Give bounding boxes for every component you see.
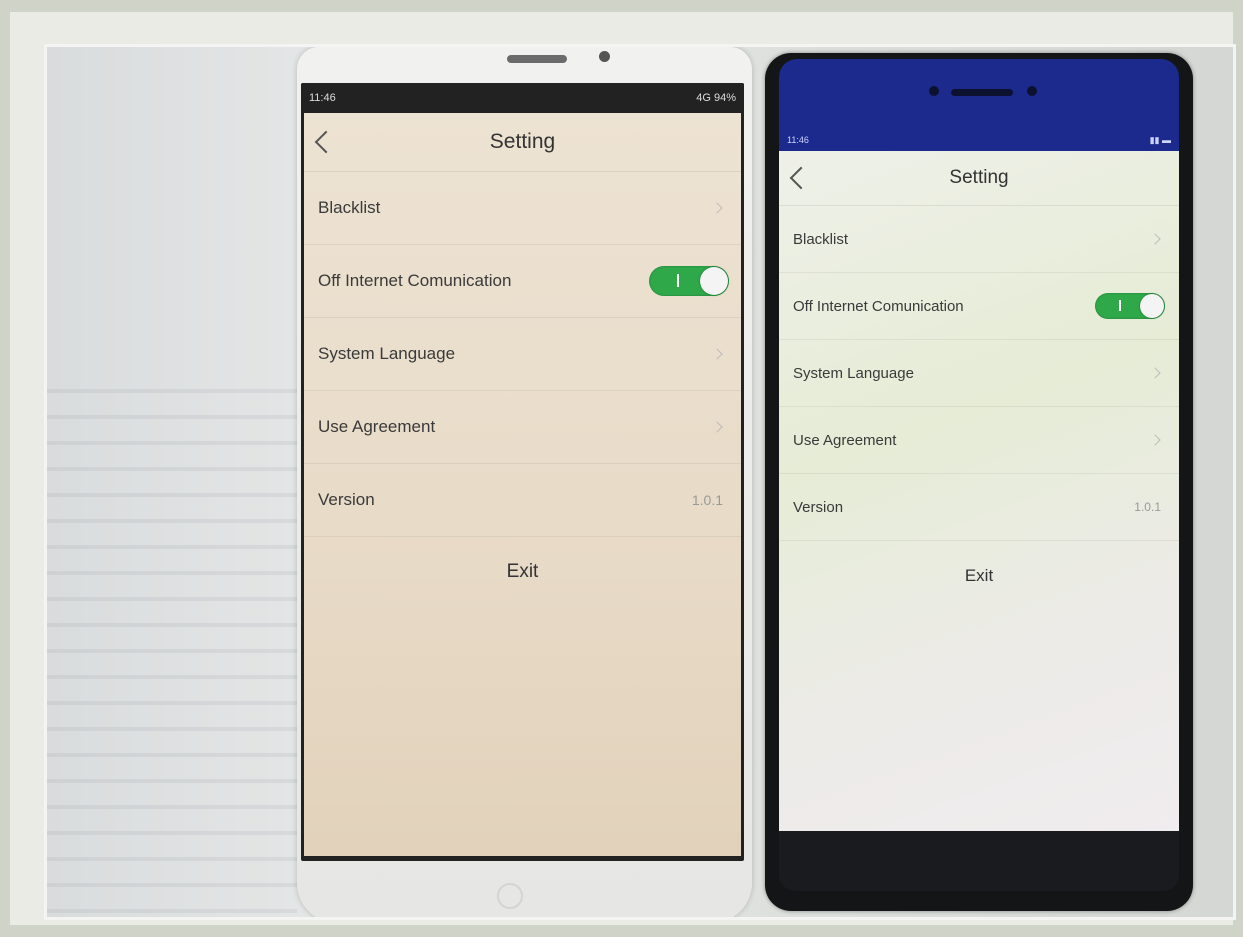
phone-right: 11:46 ▮▮ ▬ Setting Blacklist Off Interne… <box>765 53 1193 911</box>
row-label: System Language <box>318 344 456 363</box>
back-arrow-icon[interactable] <box>314 130 338 154</box>
speaker-grille <box>951 89 1013 96</box>
phone-right-bottom-bezel <box>779 831 1179 891</box>
page-title: Setting <box>489 130 556 153</box>
toggle-on-mark <box>1119 300 1121 311</box>
status-bar: 11:46 4G 94% <box>301 83 744 113</box>
row-label: Blacklist <box>318 198 381 217</box>
page-header: Setting <box>779 151 1179 206</box>
phone-right-top-bezel: 11:46 ▮▮ ▬ <box>779 59 1179 151</box>
setting-row-off-internet: Off Internet Comunication <box>779 273 1179 340</box>
camera-icon <box>1027 86 1037 96</box>
phone-left-screen: 11:46 4G 94% Setting Blacklist Off Inter… <box>301 83 744 861</box>
version-value: 1.0.1 <box>1134 500 1161 514</box>
setting-row-blacklist[interactable]: Blacklist <box>304 172 741 245</box>
battery-icon: ▮▮ ▬ <box>1149 134 1171 145</box>
setting-row-off-internet: Off Internet Comunication <box>304 245 741 318</box>
row-label: Use Agreement <box>793 431 897 449</box>
page-header: Setting <box>304 113 741 172</box>
back-arrow-icon[interactable] <box>789 166 813 190</box>
status-time: 11:46 <box>787 135 809 145</box>
camera-icon <box>599 51 610 62</box>
setting-row-use-agreement[interactable]: Use Agreement <box>779 407 1179 474</box>
exit-button[interactable]: Exit <box>304 537 741 607</box>
exit-button[interactable]: Exit <box>779 541 1179 611</box>
photo: 11:46 4G 94% Setting Blacklist Off Inter… <box>44 44 1236 920</box>
setting-row-blacklist[interactable]: Blacklist <box>779 206 1179 273</box>
row-label: Use Agreement <box>318 417 436 436</box>
toggle-knob <box>700 267 728 295</box>
speaker-grille <box>507 55 567 63</box>
status-time: 11:46 <box>309 92 336 104</box>
page-title: Setting <box>949 167 1009 188</box>
background-paper <box>47 367 297 917</box>
setting-row-system-language[interactable]: System Language <box>779 340 1179 407</box>
row-label: System Language <box>793 364 914 382</box>
setting-row-version: Version 1.0.1 <box>304 464 741 537</box>
row-label: Blacklist <box>793 230 849 248</box>
home-button-icon <box>497 883 523 909</box>
phone-left: 11:46 4G 94% Setting Blacklist Off Inter… <box>297 47 752 917</box>
photo-frame: 11:46 4G 94% Setting Blacklist Off Inter… <box>10 12 1236 925</box>
row-label: Version <box>793 498 844 516</box>
setting-row-system-language[interactable]: System Language <box>304 318 741 391</box>
settings-page: Setting Blacklist Off Internet Comunicat… <box>304 113 741 856</box>
off-internet-toggle[interactable] <box>1095 293 1165 319</box>
version-value: 1.0.1 <box>691 492 723 508</box>
status-bar: 11:46 ▮▮ ▬ <box>779 129 1179 151</box>
toggle-knob <box>1140 294 1164 318</box>
setting-row-version: Version 1.0.1 <box>779 474 1179 541</box>
settings-page: Setting Blacklist Off Internet Comunicat… <box>779 151 1179 831</box>
row-label: Version <box>318 490 375 509</box>
status-indicators: 4G 94% <box>696 92 736 104</box>
off-internet-toggle[interactable] <box>649 266 729 296</box>
setting-row-use-agreement[interactable]: Use Agreement <box>304 391 741 464</box>
toggle-on-mark <box>677 274 679 287</box>
sensor-icon <box>929 86 939 96</box>
